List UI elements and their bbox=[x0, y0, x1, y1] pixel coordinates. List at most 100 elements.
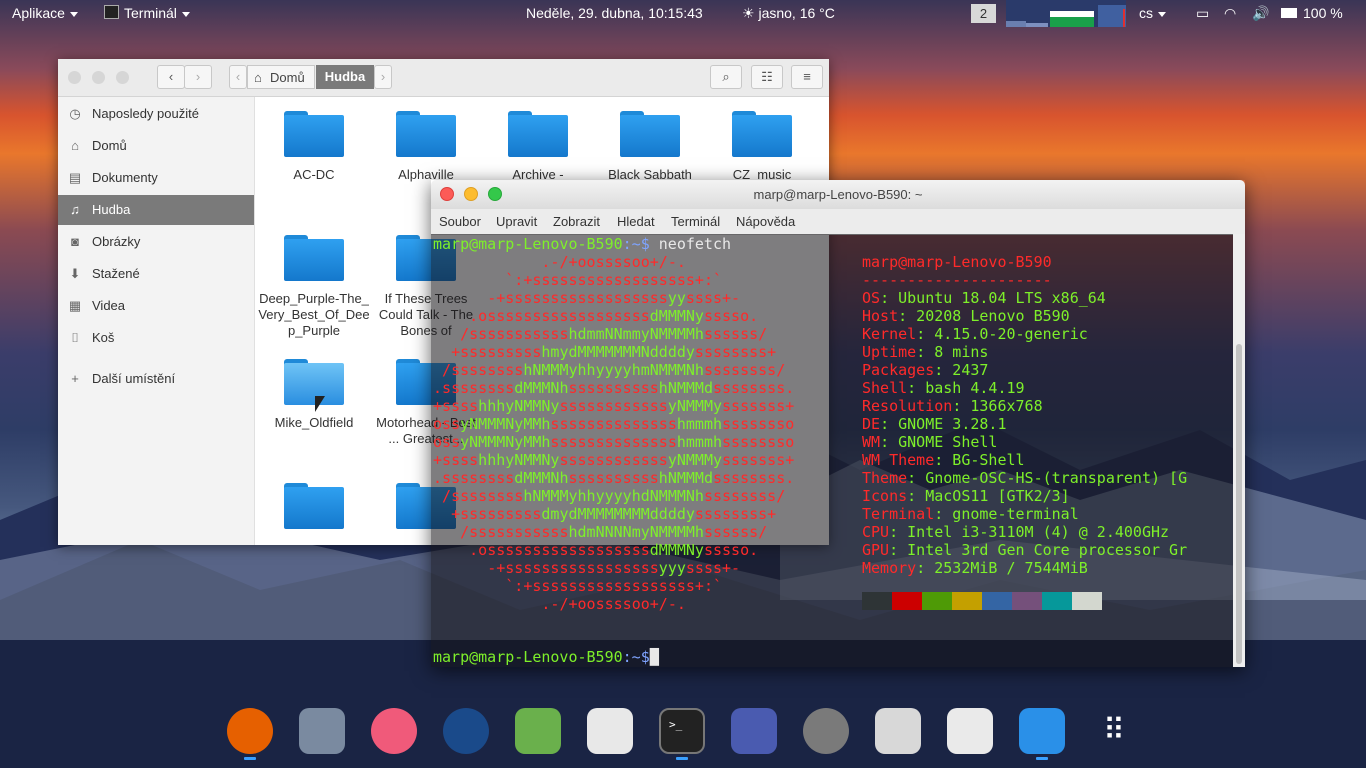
path-scroll-right[interactable]: › bbox=[374, 65, 392, 89]
scrollbar[interactable] bbox=[1233, 234, 1245, 667]
maps-icon[interactable] bbox=[515, 708, 561, 754]
search-button[interactable]: ⌕ bbox=[710, 65, 742, 89]
folder-item[interactable]: AC-DC bbox=[258, 97, 370, 183]
finder-icon[interactable] bbox=[1019, 708, 1065, 754]
prompt-line: marp@marp-Lenovo-B590:~$█ bbox=[433, 648, 659, 666]
firefox-icon[interactable] bbox=[227, 708, 273, 754]
menu-file[interactable]: Soubor bbox=[439, 214, 481, 229]
menu-edit[interactable]: Upravit bbox=[496, 214, 537, 229]
info-line: GPU: Intel 3rd Gen Core processor Gr bbox=[862, 541, 1188, 559]
keyboard-layout[interactable]: cs bbox=[1139, 5, 1166, 21]
battery-icon[interactable] bbox=[1281, 8, 1297, 18]
logo-line: .-/+oossssoo+/-. bbox=[541, 595, 686, 613]
menu-search[interactable]: Hledat bbox=[617, 214, 655, 229]
sidebar-item-music[interactable]: ♫ Hudba bbox=[58, 195, 254, 225]
menu-button[interactable]: ≡ bbox=[791, 65, 823, 89]
path-scroll-left[interactable]: ‹ bbox=[229, 65, 247, 89]
display-icon[interactable]: ▭ bbox=[1196, 5, 1209, 22]
folder-icon bbox=[508, 111, 568, 157]
logo-line: .ossssssssssssssssssdMMMNysssso. bbox=[469, 307, 759, 325]
running-indicator bbox=[676, 757, 688, 760]
terminal-icon[interactable]: >_ bbox=[659, 708, 705, 754]
files-headerbar: ‹ › ‹ ⌂ Domů Hudba › ⌕ ☷ ≡ bbox=[58, 59, 829, 97]
folder-item[interactable] bbox=[258, 469, 370, 529]
mail-icon[interactable] bbox=[299, 708, 345, 754]
logo-line: /ssssssssssshdmmNNmmyNMMMMhssssss/ bbox=[460, 325, 768, 343]
sidebar-item-documents[interactable]: ▤ Dokumenty bbox=[58, 163, 254, 193]
terminal-window: marp@marp-Lenovo-B590: ~ Soubor Upravit … bbox=[431, 180, 1245, 667]
folder-item[interactable]: Black Sabbath bbox=[594, 97, 706, 183]
folder-item[interactable]: CZ_music bbox=[706, 97, 818, 183]
software-center-icon[interactable] bbox=[731, 708, 777, 754]
terminal-output[interactable]: marp@marp-Lenovo-B590:~$ neofetch .-/+oo… bbox=[431, 234, 1233, 667]
palette-swatch bbox=[1072, 592, 1102, 610]
battery-level[interactable]: 100 % bbox=[1303, 5, 1343, 21]
logo-line: +sssshhhyNMMNyssssssssssssyNMMMysssssss+ bbox=[433, 397, 795, 415]
sidebar-item-videos[interactable]: ▦ Videa bbox=[58, 291, 254, 321]
clock[interactable]: Neděle, 29. dubna, 10:15:43 bbox=[526, 5, 703, 21]
palette-swatch bbox=[862, 592, 892, 610]
sidebar-item-trash[interactable]: ⌷ Koš bbox=[58, 323, 254, 353]
forward-button[interactable]: › bbox=[184, 65, 212, 89]
folder-item[interactable]: Deep_Purple-The_Very_Best_Of_Deep_Purple bbox=[258, 221, 370, 339]
list-view-icon: ☷ bbox=[761, 69, 773, 84]
volume-icon[interactable]: 🔊 bbox=[1252, 5, 1269, 22]
wifi-icon[interactable]: ◠ bbox=[1224, 5, 1236, 22]
screenshot-icon[interactable] bbox=[947, 708, 993, 754]
info-line: OS: Ubuntu 18.04 LTS x86_64 bbox=[862, 289, 1106, 307]
music-app-icon[interactable] bbox=[371, 708, 417, 754]
weather[interactable]: ☀ jasno, 16 °C bbox=[742, 5, 835, 22]
folder-item[interactable]: Alphaville bbox=[370, 97, 482, 183]
sidebar-item-recent[interactable]: ◷ Naposledy použité bbox=[58, 99, 254, 129]
menu-view[interactable]: Zobrazit bbox=[553, 214, 600, 229]
plus-icon: + bbox=[71, 371, 79, 386]
terminal-titlebar[interactable]: marp@marp-Lenovo-B590: ~ bbox=[431, 180, 1245, 209]
app-grid-icon[interactable]: ⠿ bbox=[1091, 708, 1137, 754]
info-separator: --------------------- bbox=[862, 271, 1052, 289]
menu-help[interactable]: Nápověda bbox=[736, 214, 795, 229]
settings-icon[interactable] bbox=[803, 708, 849, 754]
sidebar-item-pictures[interactable]: ◙ Obrázky bbox=[58, 227, 254, 257]
folder-icon bbox=[396, 111, 456, 157]
breadcrumb-home[interactable]: ⌂ Domů bbox=[247, 65, 315, 89]
workspace-indicator[interactable]: 2 bbox=[971, 4, 996, 23]
browser-icon[interactable] bbox=[443, 708, 489, 754]
info-line: Icons: MacOS11 [GTK2/3] bbox=[862, 487, 1070, 505]
sidebar-item-home[interactable]: ⌂ Domů bbox=[58, 131, 254, 161]
system-monitor-graph[interactable] bbox=[1006, 0, 1126, 27]
minimize-button[interactable] bbox=[92, 71, 105, 84]
menu-terminal[interactable]: Terminál bbox=[671, 214, 720, 229]
download-icon: ⬇ bbox=[69, 266, 81, 281]
info-line: WM: GNOME Shell bbox=[862, 433, 998, 451]
chevron-down-icon bbox=[69, 11, 78, 17]
breadcrumb-music[interactable]: Hudba bbox=[316, 65, 374, 89]
logo-line: ossyNMMMNyMMhsssssssssssssshmmmhssssssso bbox=[433, 415, 795, 433]
logo-line: .ssssssssdMMMNhsssssssssshNMMMdssssssss. bbox=[433, 379, 795, 397]
terminal-small-icon bbox=[104, 5, 119, 19]
terminal-menubar: Soubor Upravit Zobrazit Hledat Terminál … bbox=[431, 209, 1245, 235]
text-editor-icon[interactable] bbox=[587, 708, 633, 754]
info-line: Theme: Gnome-OSC-HS-(transparent) [G bbox=[862, 469, 1188, 487]
text-cursor: █ bbox=[649, 648, 659, 666]
folder-item[interactable]: Archive - bbox=[482, 97, 594, 183]
sidebar-item-downloads[interactable]: ⬇ Stažené bbox=[58, 259, 254, 289]
folder-item[interactable]: Mike_Oldfield bbox=[258, 345, 370, 431]
folder-icon bbox=[284, 111, 344, 157]
close-button[interactable] bbox=[68, 71, 81, 84]
calculator-icon[interactable] bbox=[875, 708, 921, 754]
view-toggle-button[interactable]: ☷ bbox=[751, 65, 783, 89]
home-icon: ⌂ bbox=[254, 70, 262, 85]
clock-icon: ◷ bbox=[69, 106, 81, 121]
back-button[interactable]: ‹ bbox=[157, 65, 185, 89]
info-user: marp@marp-Lenovo-B590 bbox=[862, 253, 1052, 271]
applications-menu[interactable]: Aplikace bbox=[12, 5, 78, 21]
scrollbar-thumb[interactable] bbox=[1236, 344, 1242, 664]
info-line: WM Theme: BG-Shell bbox=[862, 451, 1025, 469]
active-app-menu[interactable]: Terminál bbox=[104, 5, 190, 21]
maximize-button[interactable] bbox=[116, 71, 129, 84]
sidebar-item-other-locations[interactable]: + Další umístění bbox=[58, 364, 254, 394]
dock: >_ ⠿ bbox=[0, 700, 1366, 768]
chevron-right-icon: › bbox=[195, 69, 201, 84]
palette-swatch bbox=[922, 592, 952, 610]
chevron-down-icon bbox=[181, 11, 190, 17]
